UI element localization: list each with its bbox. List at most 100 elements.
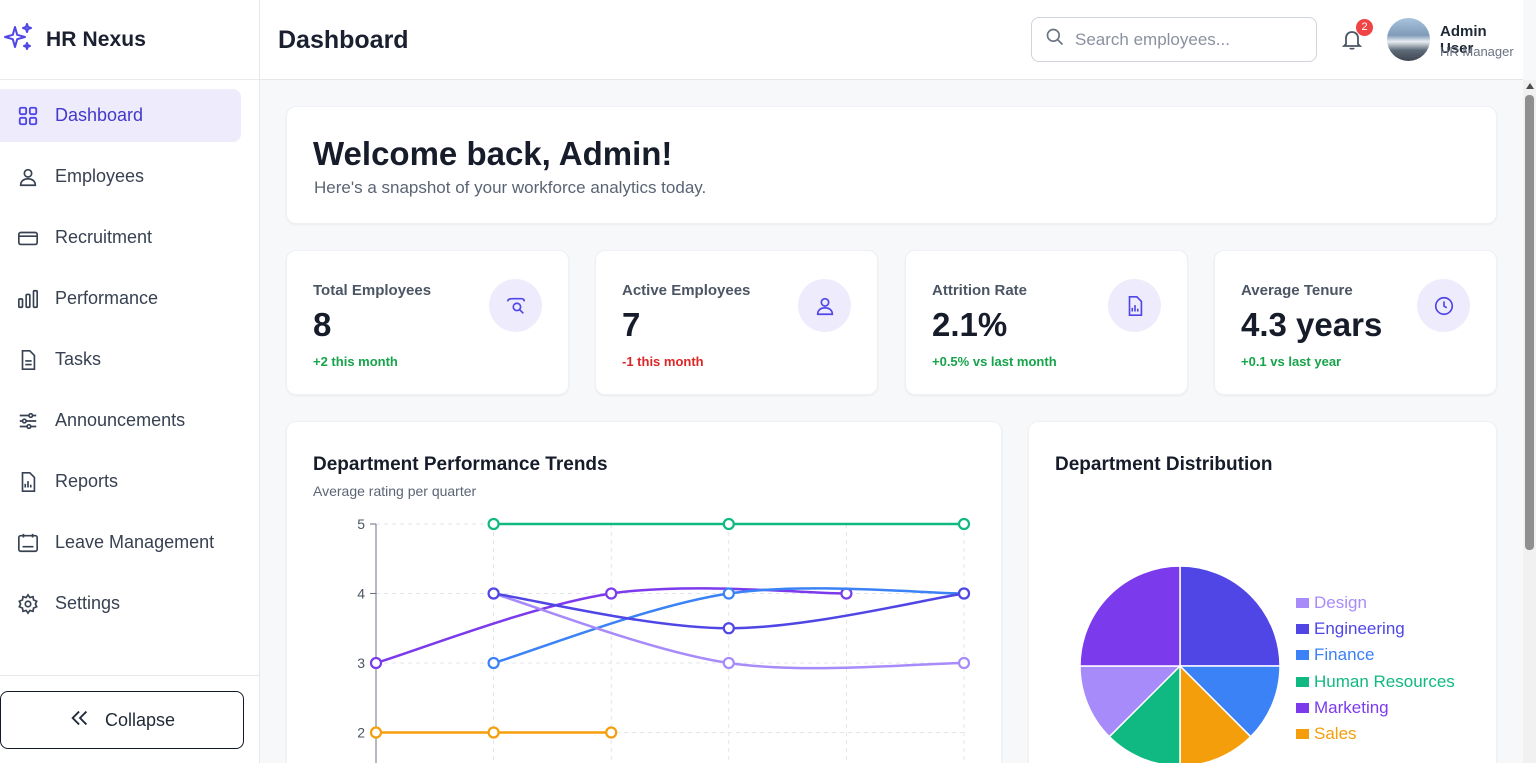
sidebar-item-label: Tasks — [55, 349, 102, 369]
stat-change: -1 this month — [622, 354, 704, 369]
y-tick-label: 5 — [357, 516, 365, 532]
sidebar-item-leave-management[interactable]: Leave Management — [0, 516, 241, 569]
user-icon — [17, 166, 39, 188]
brand-name: HR Nexus — [46, 27, 146, 51]
pie-slice — [1079, 565, 1181, 667]
data-point — [722, 656, 735, 670]
legend-item[interactable]: Marketing — [1296, 695, 1455, 721]
sidebar-item-label: Recruitment — [55, 227, 153, 247]
legend-item[interactable]: Sales — [1296, 721, 1455, 747]
sidebar-item-reports[interactable]: Reports — [0, 455, 241, 508]
sidebar-item-label: Announcements — [55, 410, 186, 430]
search-input[interactable] — [1075, 29, 1305, 50]
stat-card-average-tenure: Average Tenure 4.3 years +0.1 vs last ye… — [1214, 250, 1497, 395]
sliders-icon — [17, 410, 39, 432]
welcome-card: Welcome back, Admin! Here's a snapshot o… — [286, 106, 1497, 224]
y-tick-label: 3 — [357, 655, 365, 671]
data-point — [722, 587, 735, 600]
data-point — [957, 656, 971, 670]
sidebar-item-label: Settings — [55, 593, 121, 613]
stat-card-attrition-rate: Attrition Rate 2.1% +0.5% vs last month — [905, 250, 1188, 395]
legend-swatch — [1296, 729, 1309, 740]
brand: HR Nexus — [0, 0, 259, 80]
report-icon — [1108, 279, 1161, 332]
grid-icon — [17, 105, 39, 127]
sidebar-item-performance[interactable]: Performance — [0, 272, 241, 325]
sidebar-footer: Collapse — [0, 675, 259, 763]
scroll-up-icon[interactable] — [1526, 83, 1534, 89]
data-point — [722, 622, 735, 635]
chevrons-left-icon — [69, 707, 105, 734]
sparkles-icon — [2, 21, 34, 58]
document-icon — [17, 349, 39, 371]
legend-swatch — [1296, 650, 1309, 661]
stat-value: 7 — [622, 306, 641, 343]
legend-label: Marketing — [1314, 697, 1389, 717]
legend-swatch — [1296, 598, 1309, 609]
data-point — [487, 517, 500, 531]
legend-item[interactable]: Finance — [1296, 642, 1455, 668]
sidebar-item-label: Dashboard — [55, 105, 144, 125]
clock-icon — [1417, 279, 1470, 332]
data-point — [487, 656, 500, 670]
pie-legend: Design Engineering Finance Human Resources M… — [1296, 590, 1455, 747]
chart-subtitle: Average rating per quarter — [313, 483, 477, 499]
stat-value: 2.1% — [932, 306, 1008, 343]
data-point — [605, 726, 618, 739]
data-point — [957, 587, 971, 600]
stat-change: +0.5% vs last month — [932, 354, 1057, 369]
sidebar-item-announcements[interactable]: Announcements — [0, 394, 241, 447]
legend-item[interactable]: Design — [1296, 590, 1455, 616]
stat-value: 4.3 years — [1241, 306, 1383, 343]
stat-value: 8 — [313, 306, 332, 343]
data-point — [487, 587, 500, 600]
data-point — [605, 587, 618, 600]
sidebar-item-label: Performance — [55, 288, 159, 308]
user-icon — [798, 279, 851, 332]
search-box[interactable] — [1031, 17, 1317, 62]
stat-change: +2 this month — [313, 354, 398, 369]
stat-label: Average Tenure — [1241, 282, 1353, 299]
sidebar-item-tasks[interactable]: Tasks — [0, 333, 241, 386]
data-point — [369, 726, 383, 739]
bar-chart-icon — [17, 288, 39, 310]
legend-swatch — [1296, 676, 1309, 687]
stat-change: +0.1 vs last year — [1241, 354, 1342, 369]
wallet-icon — [17, 227, 39, 249]
sidebar-item-label: Reports — [55, 471, 119, 491]
legend-label: Human Resources — [1314, 671, 1455, 691]
search-icon — [1045, 27, 1065, 52]
collapse-label: Collapse — [104, 709, 176, 730]
department-distribution-card: Department Distribution Design Engineerin… — [1028, 421, 1497, 763]
topbar: Dashboard 2 Admin User HR Manager — [260, 0, 1523, 80]
legend-label: Sales — [1314, 724, 1357, 744]
sidebar-item-employees[interactable]: Employees — [0, 150, 241, 203]
stat-label: Total Employees — [313, 282, 432, 299]
legend-label: Design — [1314, 593, 1367, 613]
chart-title: Department Performance Trends — [313, 454, 608, 475]
data-point — [487, 726, 500, 739]
sidebar-item-recruitment[interactable]: Recruitment — [0, 211, 241, 264]
y-tick-label: 2 — [357, 725, 365, 741]
sidebar-item-dashboard[interactable]: Dashboard — [0, 89, 241, 142]
legend-item[interactable]: Engineering — [1296, 616, 1455, 642]
sidebar-item-label: Employees — [55, 166, 145, 186]
users-search-icon — [489, 279, 542, 332]
welcome-title: Welcome back, Admin! — [313, 135, 673, 172]
gear-icon — [17, 592, 39, 615]
sidebar-nav: Dashboard Employees Recruitment Performa… — [0, 80, 259, 630]
avatar[interactable] — [1387, 18, 1430, 61]
stat-label: Attrition Rate — [932, 282, 1027, 299]
calendar-icon — [17, 532, 39, 554]
collapse-button[interactable]: Collapse — [0, 691, 244, 749]
page-scrollbar[interactable] — [1523, 80, 1536, 763]
pie-slice — [1179, 565, 1281, 667]
scrollbar-thumb[interactable] — [1525, 95, 1534, 550]
y-tick-label: 4 — [357, 586, 365, 602]
report-icon — [17, 471, 39, 493]
legend-label: Finance — [1314, 645, 1375, 665]
legend-item[interactable]: Human Resources — [1296, 669, 1455, 695]
sidebar-item-settings[interactable]: Settings — [0, 577, 241, 630]
stat-card-total-employees: Total Employees 8 +2 this month — [286, 250, 569, 395]
bell-icon — [1340, 31, 1364, 55]
